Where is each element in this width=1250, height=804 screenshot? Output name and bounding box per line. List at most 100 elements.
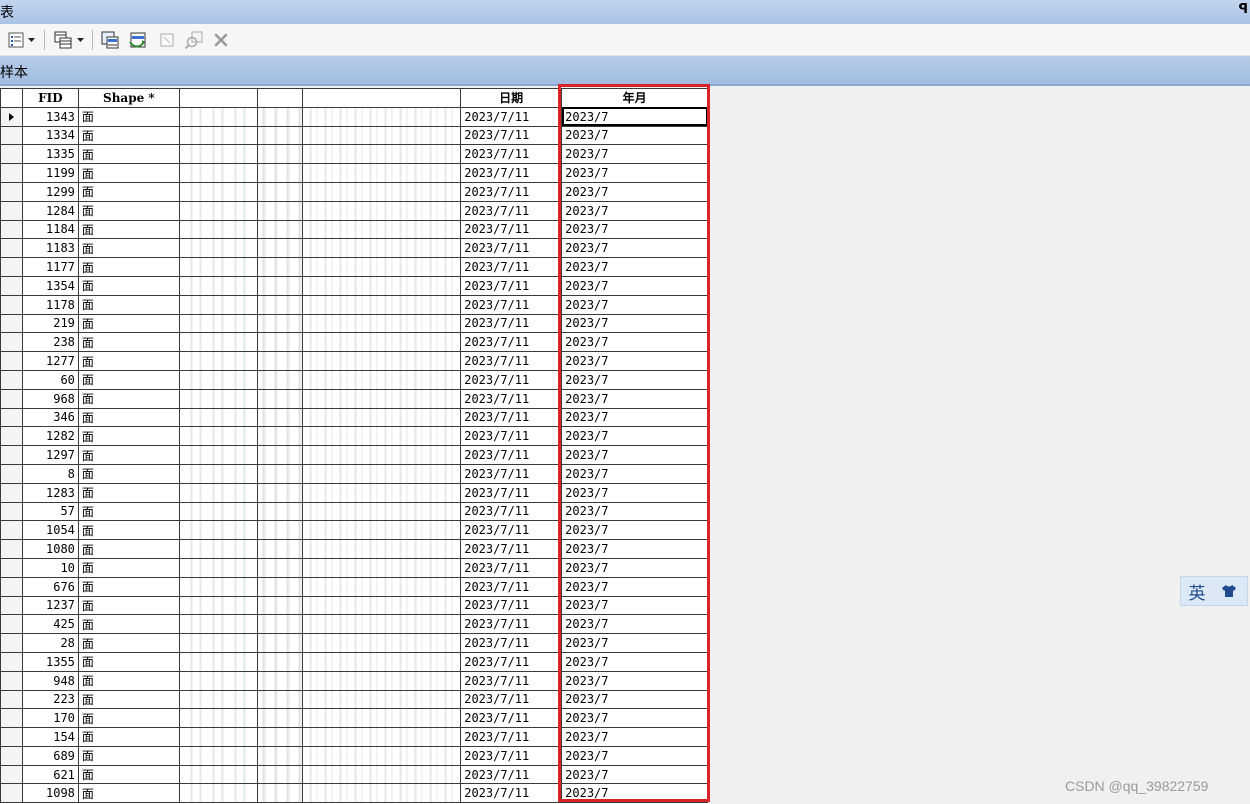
- year-month-cell[interactable]: 2023/7: [561, 633, 708, 653]
- year-month-cell[interactable]: 2023/7: [561, 313, 708, 334]
- redacted-cell[interactable]: [301, 275, 462, 296]
- year-month-cell[interactable]: 2023/7: [561, 727, 708, 747]
- date-cell[interactable]: 2023/7/11: [460, 614, 563, 635]
- redacted-cell[interactable]: [301, 313, 462, 334]
- shape-cell[interactable]: 面: [77, 727, 180, 747]
- shape-cell[interactable]: 面: [77, 219, 180, 240]
- shape-cell[interactable]: 面: [77, 689, 180, 710]
- redacted-cell[interactable]: [178, 426, 258, 447]
- shape-cell[interactable]: 面: [77, 539, 180, 559]
- ime-toolbar[interactable]: 英: [1180, 576, 1248, 606]
- redacted-cell[interactable]: [256, 708, 303, 729]
- fid-cell[interactable]: 223: [21, 689, 79, 710]
- shape-cell[interactable]: 面: [77, 670, 180, 691]
- redacted-cell[interactable]: [178, 539, 258, 559]
- shape-cell[interactable]: 面: [77, 388, 180, 409]
- shape-cell[interactable]: 面: [77, 313, 180, 334]
- redacted-cell[interactable]: [256, 633, 303, 653]
- fid-cell[interactable]: 1284: [21, 200, 79, 221]
- shape-cell[interactable]: 面: [77, 144, 180, 165]
- date-cell[interactable]: 2023/7/11: [460, 595, 563, 616]
- shape-cell[interactable]: 面: [77, 445, 180, 465]
- redacted-cell[interactable]: [178, 294, 258, 315]
- year-month-cell[interactable]: 2023/7: [561, 426, 708, 447]
- row-selector[interactable]: [0, 689, 23, 710]
- redacted-cell[interactable]: [301, 539, 462, 559]
- redacted-cell[interactable]: [256, 369, 303, 390]
- redacted-cell[interactable]: [178, 745, 258, 766]
- row-selector-header[interactable]: [0, 88, 23, 108]
- row-selector[interactable]: [0, 275, 23, 296]
- table-row[interactable]: 1297 面 2023/7/11 2023/7: [0, 445, 708, 465]
- redacted-cell[interactable]: [178, 181, 258, 202]
- table-row[interactable]: 1177 面 2023/7/11 2023/7: [0, 257, 708, 277]
- date-cell[interactable]: 2023/7/11: [460, 200, 563, 221]
- date-cell[interactable]: 2023/7/11: [460, 181, 563, 202]
- date-cell[interactable]: 2023/7/11: [460, 219, 563, 240]
- redacted-cell[interactable]: [301, 181, 462, 202]
- row-selector[interactable]: [0, 614, 23, 635]
- column-header-fid[interactable]: FID: [21, 88, 79, 108]
- table-row[interactable]: 1343 面 2023/7/11 2023/7: [0, 106, 708, 127]
- date-cell[interactable]: 2023/7/11: [460, 764, 563, 785]
- row-selector[interactable]: [0, 670, 23, 691]
- date-cell[interactable]: 2023/7/11: [460, 106, 563, 127]
- row-selector[interactable]: [0, 595, 23, 616]
- redacted-cell[interactable]: [301, 106, 462, 127]
- date-cell[interactable]: 2023/7/11: [460, 238, 563, 259]
- table-row[interactable]: 1054 面 2023/7/11 2023/7: [0, 520, 708, 541]
- year-month-cell[interactable]: 2023/7: [561, 257, 708, 277]
- date-cell[interactable]: 2023/7/11: [460, 501, 563, 522]
- date-cell[interactable]: 2023/7/11: [460, 633, 563, 653]
- row-selector[interactable]: [0, 257, 23, 277]
- row-selector[interactable]: [0, 576, 23, 597]
- redacted-cell[interactable]: [256, 764, 303, 785]
- year-month-cell[interactable]: 2023/7: [561, 332, 708, 353]
- shape-cell[interactable]: 面: [77, 426, 180, 447]
- date-cell[interactable]: 2023/7/11: [460, 651, 563, 672]
- row-selector[interactable]: [0, 388, 23, 409]
- shape-cell[interactable]: 面: [77, 125, 180, 146]
- fid-cell[interactable]: 1297: [21, 445, 79, 465]
- row-selector[interactable]: [0, 745, 23, 766]
- redacted-cell[interactable]: [256, 689, 303, 710]
- redacted-cell[interactable]: [178, 576, 258, 597]
- row-selector[interactable]: [0, 219, 23, 240]
- redacted-cell[interactable]: [178, 633, 258, 653]
- redacted-cell[interactable]: [301, 482, 462, 503]
- table-row[interactable]: 621 面 2023/7/11 2023/7: [0, 764, 708, 785]
- related-tables-button[interactable]: [50, 29, 88, 51]
- table-row[interactable]: 170 面 2023/7/11 2023/7: [0, 708, 708, 729]
- redacted-cell[interactable]: [178, 238, 258, 259]
- row-selector[interactable]: [0, 445, 23, 465]
- redacted-cell[interactable]: [178, 275, 258, 296]
- row-selector[interactable]: [0, 708, 23, 729]
- fid-cell[interactable]: 1335: [21, 144, 79, 165]
- fid-cell[interactable]: 154: [21, 727, 79, 747]
- table-row[interactable]: 1098 面 2023/7/11 2023/7: [0, 783, 708, 804]
- redacted-cell[interactable]: [256, 557, 303, 578]
- redacted-cell[interactable]: [301, 651, 462, 672]
- table-row[interactable]: 425 面 2023/7/11 2023/7: [0, 614, 708, 635]
- table-row[interactable]: 689 面 2023/7/11 2023/7: [0, 745, 708, 766]
- date-cell[interactable]: 2023/7/11: [460, 727, 563, 747]
- select-by-attributes-button[interactable]: [98, 29, 122, 51]
- redacted-cell[interactable]: [256, 745, 303, 766]
- table-row[interactable]: 1334 面 2023/7/11 2023/7: [0, 125, 708, 146]
- redacted-cell[interactable]: [256, 783, 303, 804]
- redacted-cell[interactable]: [301, 369, 462, 390]
- redacted-cell[interactable]: [301, 144, 462, 165]
- shape-cell[interactable]: 面: [77, 238, 180, 259]
- table-row[interactable]: 1080 面 2023/7/11 2023/7: [0, 539, 708, 559]
- shape-cell[interactable]: 面: [77, 106, 180, 127]
- year-month-cell[interactable]: 2023/7: [561, 163, 708, 183]
- date-cell[interactable]: 2023/7/11: [460, 163, 563, 183]
- redacted-cell[interactable]: [301, 727, 462, 747]
- table-row[interactable]: 1237 面 2023/7/11 2023/7: [0, 595, 708, 616]
- table-row[interactable]: 1184 面 2023/7/11 2023/7: [0, 219, 708, 240]
- date-cell[interactable]: 2023/7/11: [460, 708, 563, 729]
- table-row[interactable]: 1282 面 2023/7/11 2023/7: [0, 426, 708, 447]
- row-selector[interactable]: [0, 520, 23, 541]
- redacted-cell[interactable]: [301, 689, 462, 710]
- redacted-cell[interactable]: [301, 595, 462, 616]
